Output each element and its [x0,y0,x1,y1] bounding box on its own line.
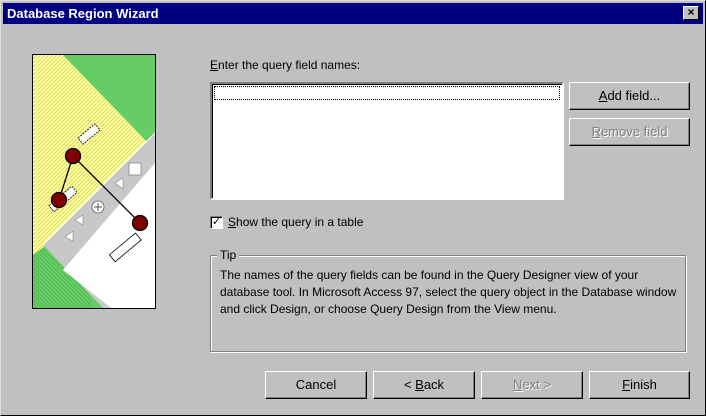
tip-legend: Tip [217,248,240,262]
finish-button[interactable]: Finish [589,371,690,399]
close-button[interactable]: × [683,6,699,20]
map-illustration [33,55,155,308]
check-icon: ✓ [211,216,222,228]
point-marker-1 [64,147,82,165]
tip-text: The names of the query fields can be fou… [220,268,677,316]
back-button[interactable]: < Back [373,371,475,399]
title-bar[interactable]: Database Region Wizard × [3,3,703,24]
point-marker-2 [50,191,68,209]
list-item[interactable] [214,86,560,100]
show-query-checkbox[interactable]: ✓ [210,216,223,229]
remove-field-button[interactable]: Remove field [569,118,690,146]
point-marker-3 [131,214,149,232]
query-fields-list[interactable] [210,82,564,200]
wizard-window: Database Region Wizard × Enter the query… [0,0,706,416]
wizard-illustration [32,54,156,309]
cursor-icon [128,162,142,176]
next-button[interactable]: Next > [481,371,583,399]
close-icon: × [687,5,695,19]
show-query-label[interactable]: Show the query in a table [228,215,363,229]
query-fields-label: Enter the query field names: [210,58,361,72]
add-field-button[interactable]: Add field... [569,82,690,110]
cancel-button[interactable]: Cancel [265,371,367,399]
window-title: Database Region Wizard [7,6,159,21]
